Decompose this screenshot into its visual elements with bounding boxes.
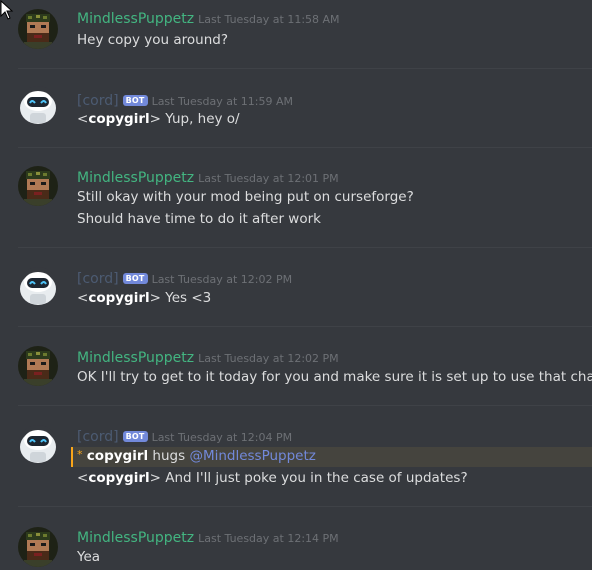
username[interactable]: [cord]: [77, 93, 119, 109]
action-username: copygirl: [86, 448, 149, 464]
relay-username: copygirl: [88, 111, 150, 127]
user-avatar-icon[interactable]: [18, 346, 58, 386]
relay-text: Yes <3: [165, 290, 212, 306]
username[interactable]: MindlessPuppetz: [77, 350, 194, 366]
user-mention[interactable]: @MindlessPuppetz: [189, 448, 315, 464]
message-group: MindlessPuppetz Last Tuesday at 12:02 PM …: [0, 327, 592, 405]
message-text: Hey copy you around?: [77, 32, 228, 48]
relay-text: Yup, hey o/: [165, 111, 240, 127]
bot-avatar-icon[interactable]: [18, 86, 58, 126]
message-text: <copygirl> And I'll just poke you in the…: [77, 470, 468, 486]
bot-tag: BOT: [122, 273, 148, 284]
message-text: Should have time to do it after work: [77, 211, 321, 227]
timestamp: Last Tuesday at 12:01 PM: [198, 172, 339, 185]
message-group: MindlessPuppetz Last Tuesday at 11:58 AM …: [0, 0, 592, 68]
user-avatar-icon[interactable]: [18, 527, 58, 567]
action-star: *: [77, 448, 83, 461]
message-header: [cord] BOT Last Tuesday at 12:04 PM: [77, 426, 292, 445]
timestamp: Last Tuesday at 12:14 PM: [198, 532, 339, 545]
username[interactable]: [cord]: [77, 271, 119, 287]
message-header: MindlessPuppetz Last Tuesday at 12:02 PM: [77, 347, 339, 366]
relay-text: And I'll just poke you in the case of up…: [165, 470, 468, 486]
action-verb: hugs: [152, 448, 186, 464]
username[interactable]: MindlessPuppetz: [77, 530, 194, 546]
message-group: [cord] BOT Last Tuesday at 11:59 AM <copyg…: [0, 69, 592, 147]
user-avatar-icon[interactable]: [18, 9, 58, 49]
timestamp: Last Tuesday at 12:02 PM: [198, 352, 339, 365]
message-group: MindlessPuppetz Last Tuesday at 12:01 PM …: [0, 148, 592, 247]
timestamp: Last Tuesday at 12:02 PM: [151, 273, 293, 286]
message-header: [cord] BOT Last Tuesday at 12:02 PM: [77, 268, 292, 287]
timestamp: Last Tuesday at 11:58 AM: [198, 13, 340, 26]
message-group: [cord] BOT Last Tuesday at 12:02 PM <copyg…: [0, 248, 592, 326]
relay-username: copygirl: [88, 290, 150, 306]
username[interactable]: [cord]: [77, 429, 119, 445]
message-text: Still okay with your mod being put on cu…: [77, 189, 414, 205]
message-header: MindlessPuppetz Last Tuesday at 11:58 AM: [77, 8, 340, 27]
action-text: * copygirl hugs @MindlessPuppetz: [77, 448, 316, 464]
message-text: <copygirl> Yup, hey o/: [77, 111, 240, 127]
message-text: OK I'll try to get to it today for you a…: [77, 369, 592, 385]
username[interactable]: MindlessPuppetz: [77, 170, 194, 186]
message-header: MindlessPuppetz Last Tuesday at 12:01 PM: [77, 167, 339, 186]
relay-username: copygirl: [88, 470, 150, 486]
bot-tag: BOT: [122, 95, 148, 106]
message-group: [cord] BOT Last Tuesday at 12:04 PM * copy…: [0, 406, 592, 506]
message-text: Yea: [77, 549, 101, 565]
user-avatar-icon[interactable]: [18, 166, 58, 206]
bot-tag: BOT: [122, 431, 148, 442]
timestamp: Last Tuesday at 11:59 AM: [151, 95, 293, 108]
message-header: [cord] BOT Last Tuesday at 11:59 AM: [77, 90, 293, 109]
bot-avatar-icon[interactable]: [18, 267, 58, 307]
mention-highlight: * copygirl hugs @MindlessPuppetz: [71, 447, 592, 467]
bot-avatar-icon[interactable]: [18, 425, 58, 465]
message-header: MindlessPuppetz Last Tuesday at 12:14 PM: [77, 527, 339, 546]
timestamp: Last Tuesday at 12:04 PM: [151, 431, 293, 444]
message-group: MindlessPuppetz Last Tuesday at 12:14 PM …: [0, 507, 592, 570]
message-text: <copygirl> Yes <3: [77, 290, 212, 306]
username[interactable]: MindlessPuppetz: [77, 11, 194, 27]
